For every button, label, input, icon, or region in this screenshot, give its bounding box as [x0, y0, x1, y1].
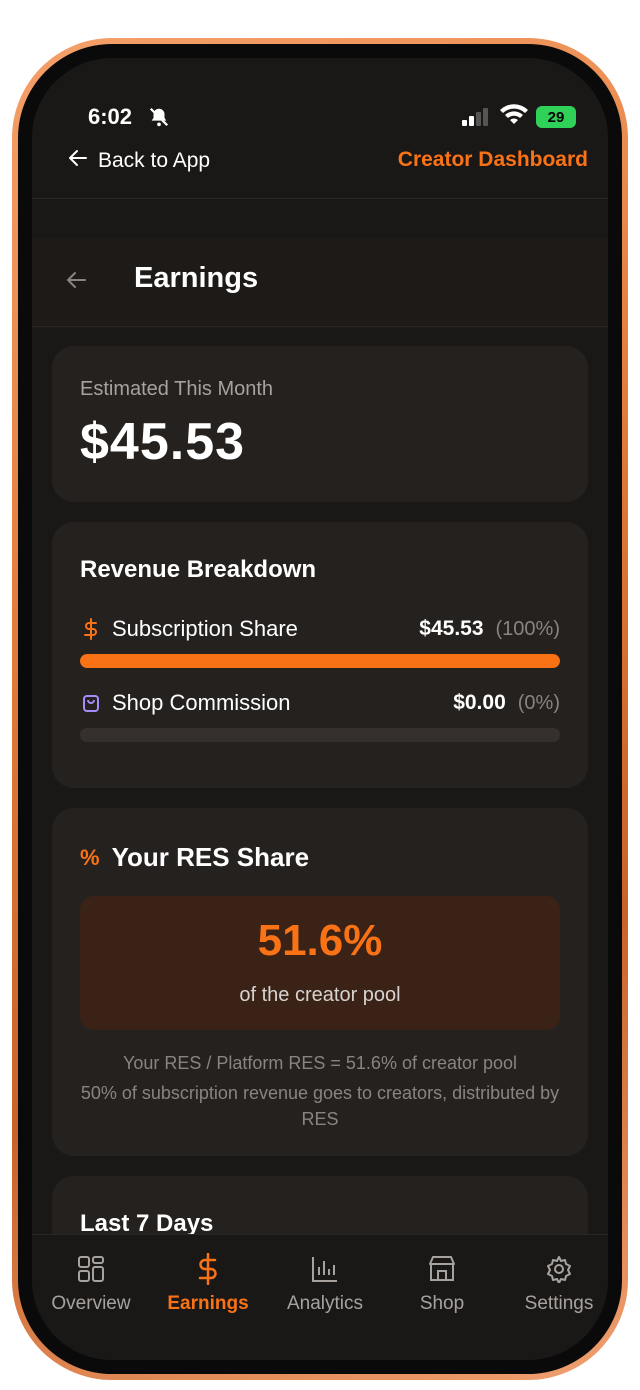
status-time: 6:02: [88, 104, 133, 129]
tab-overview[interactable]: Overview: [36, 1253, 146, 1315]
arrow-left-icon: [68, 148, 88, 174]
gear-icon: [504, 1253, 608, 1285]
divider: [32, 326, 608, 327]
subscription-progress-fill: [80, 654, 560, 668]
shop-progress-bar: [80, 728, 560, 742]
subscription-progress-bar: [80, 654, 560, 668]
percent-icon: %: [80, 844, 100, 870]
page-back-button[interactable]: [64, 268, 88, 292]
phone-frame: 6:02 29 Back to App Creator Dashboard Ea…: [12, 38, 628, 1380]
cellular-signal-icon: [462, 108, 490, 131]
revenue-row-percent: (100%): [495, 617, 560, 640]
revenue-row-label: Shop Commission: [112, 690, 291, 715]
revenue-row-value: $0.00: [453, 691, 506, 714]
wifi-icon: [500, 104, 528, 131]
res-share-value: 51.6%: [257, 916, 383, 965]
tab-label: Analytics: [286, 1293, 364, 1314]
revenue-row-value: $45.53: [419, 617, 484, 640]
top-nav: Back to App Creator Dashboard: [32, 138, 608, 194]
tab-label: Settings: [524, 1293, 594, 1314]
page-header: Earnings: [32, 238, 608, 328]
screen: 6:02 29 Back to App Creator Dashboard Ea…: [32, 58, 608, 1360]
revenue-breakdown-title: Revenue Breakdown: [80, 556, 317, 583]
res-share-highlight: 51.6% of the creator pool: [80, 896, 560, 1030]
res-share-title: % Your RES Share: [80, 842, 309, 873]
back-to-app-label: Back to App: [98, 149, 211, 172]
res-share-title-text: Your RES Share: [111, 842, 310, 872]
estimate-card: Estimated This Month $45.53: [52, 346, 588, 502]
tab-earnings[interactable]: Earnings: [153, 1253, 263, 1315]
revenue-row-subscription: Subscription Share $45.53 (100%): [80, 612, 560, 646]
bell-muted-icon: [148, 106, 170, 128]
store-icon: [387, 1253, 497, 1285]
res-share-subtitle: of the creator pool: [239, 984, 401, 1006]
battery-indicator: 29: [536, 106, 576, 128]
tab-label: Shop: [419, 1293, 465, 1314]
dollar-icon: [153, 1253, 263, 1285]
revenue-row-percent: (0%): [517, 691, 560, 714]
estimate-value: $45.53: [80, 413, 246, 471]
dollar-icon: [80, 618, 102, 640]
grid-icon: [36, 1253, 146, 1285]
revenue-row-label: Subscription Share: [112, 616, 298, 641]
status-bar: 6:02 29: [32, 58, 608, 129]
res-share-note: Your RES / Platform RES = 51.6% of creat…: [122, 1053, 518, 1073]
res-share-note: 50% of subscription revenue goes to crea…: [80, 1083, 560, 1129]
tab-settings[interactable]: Settings: [504, 1253, 608, 1315]
back-to-app-button[interactable]: Back to App: [68, 148, 210, 174]
creator-dashboard-title: Creator Dashboard: [397, 148, 588, 171]
estimate-label: Estimated This Month: [80, 378, 274, 400]
tab-label: Earnings: [167, 1293, 249, 1314]
phone-bezel: 6:02 29 Back to App Creator Dashboard Ea…: [18, 44, 622, 1374]
tab-analytics[interactable]: Analytics: [270, 1253, 380, 1315]
divider: [32, 198, 608, 199]
page-title: Earnings: [134, 262, 259, 294]
tab-label: Overview: [51, 1293, 131, 1314]
shopping-bag-icon: [80, 692, 102, 714]
bottom-tab-bar: Overview Earnings Analytics Shop Setting…: [32, 1234, 608, 1360]
tab-shop[interactable]: Shop: [387, 1253, 497, 1315]
bar-chart-icon: [270, 1253, 380, 1285]
revenue-breakdown-card: Revenue Breakdown Subscription Share $45…: [52, 522, 588, 788]
res-share-card: % Your RES Share 51.6% of the creator po…: [52, 808, 588, 1156]
revenue-row-shop: Shop Commission $0.00 (0%): [80, 686, 560, 720]
